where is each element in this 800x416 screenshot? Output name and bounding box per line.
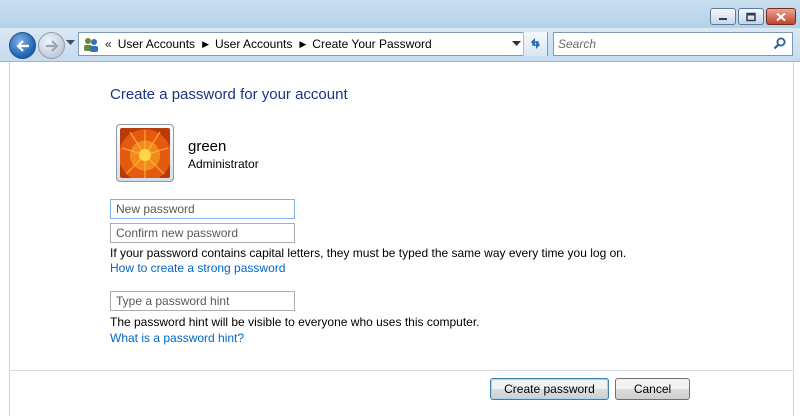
search-box[interactable]	[553, 32, 793, 56]
avatar	[116, 124, 174, 182]
chevron-right-icon[interactable]: ▶	[299, 39, 306, 50]
breadcrumb-label: Create Your Password	[312, 37, 432, 51]
footer-divider	[10, 370, 793, 371]
new-password-input[interactable]	[111, 200, 294, 218]
new-password-field[interactable]	[110, 199, 295, 219]
breadcrumb-overflow[interactable]: «	[105, 37, 112, 51]
chevron-right-icon[interactable]: ▶	[202, 39, 209, 50]
arrow-right-icon	[45, 39, 59, 52]
breadcrumb-label: User Accounts	[214, 37, 293, 51]
content-pane: Create a password for your account green…	[9, 62, 794, 416]
close-icon	[776, 12, 786, 21]
password-hint-help-link[interactable]: What is a password hint?	[110, 331, 244, 345]
forward-button[interactable]	[38, 32, 65, 59]
maximize-button[interactable]	[738, 8, 764, 25]
create-password-button[interactable]: Create password	[490, 378, 609, 400]
users-icon	[82, 35, 100, 53]
navigation-bar: « User Accounts ▶ User Accounts ▶ Create…	[0, 28, 800, 62]
hint-visibility-note: The password hint will be visible to eve…	[110, 315, 480, 329]
window-controls	[710, 8, 796, 25]
address-bar[interactable]: « User Accounts ▶ User Accounts ▶ Create…	[78, 32, 548, 56]
page-title: Create a password for your account	[110, 86, 348, 103]
recent-pages-dropdown-icon[interactable]	[66, 40, 75, 46]
flower-picture-icon	[120, 128, 170, 178]
confirm-password-input[interactable]	[111, 224, 294, 242]
maximize-icon	[746, 12, 756, 21]
breadcrumb-create-your-password[interactable]: Create Your Password	[312, 37, 431, 51]
caps-lock-note: If your password contains capital letter…	[110, 246, 627, 260]
minimize-button[interactable]	[710, 8, 736, 25]
breadcrumb-user-accounts-1[interactable]: User Accounts ▶	[118, 37, 209, 51]
cancel-button[interactable]: Cancel	[615, 378, 690, 400]
user-role: Administrator	[188, 157, 259, 171]
minimize-icon	[719, 17, 727, 20]
strong-password-link[interactable]: How to create a strong password	[110, 261, 285, 275]
password-hint-input[interactable]	[111, 292, 294, 310]
confirm-password-field[interactable]	[110, 223, 295, 243]
user-name: green	[188, 138, 227, 155]
arrow-left-icon	[15, 39, 29, 52]
breadcrumb-user-accounts-2[interactable]: User Accounts ▶	[215, 37, 306, 51]
address-dropdown-icon[interactable]	[512, 41, 521, 47]
close-button[interactable]	[766, 8, 796, 25]
refresh-button[interactable]	[523, 32, 547, 56]
search-input[interactable]	[558, 36, 758, 52]
refresh-icon	[531, 38, 540, 49]
back-button[interactable]	[9, 32, 36, 59]
breadcrumb-label: User Accounts	[117, 37, 196, 51]
password-hint-field[interactable]	[110, 291, 295, 311]
search-icon[interactable]	[773, 37, 786, 50]
